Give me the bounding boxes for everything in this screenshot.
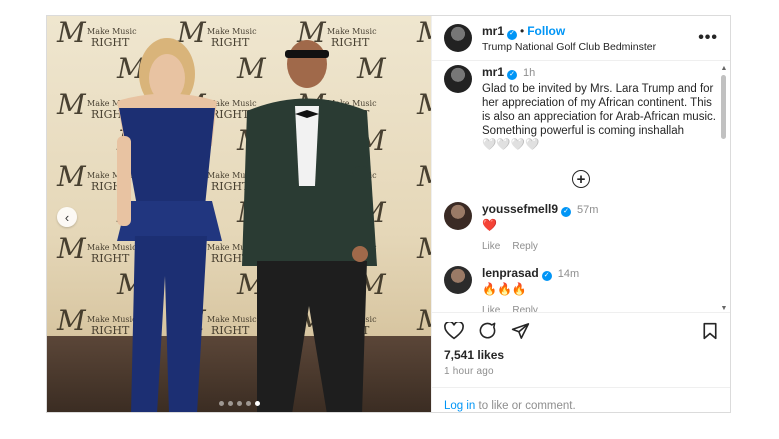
comment-body: youssefmell9 ✓ 57m ❤️ Like Reply: [482, 202, 598, 254]
verified-icon: ✓: [507, 70, 518, 80]
comments-list: youssefmell9 ✓ 57m ❤️ Like Reply lenprasad ✓ 14m…: [444, 202, 718, 312]
comment-like-button[interactable]: Like: [482, 305, 500, 312]
post-header: mr1 ✓ • Follow Trump National Golf Club Bed…: [432, 16, 730, 61]
comment-time: 57m: [577, 204, 599, 216]
comment-text: ❤️: [482, 218, 497, 232]
post-actions: 7,541 likes 1 hour ago: [432, 312, 730, 377]
carousel-dot[interactable]: [236, 401, 242, 406]
author-avatar[interactable]: [444, 24, 472, 52]
like-heart-icon[interactable]: [444, 321, 464, 340]
comment-body: lenprasad ✓ 14m 🔥🔥🔥 Like Reply: [482, 266, 579, 312]
comment-icon[interactable]: [478, 321, 497, 340]
carousel-dots: [47, 401, 431, 406]
carousel-dot[interactable]: [218, 401, 224, 406]
follow-button[interactable]: Follow: [527, 24, 565, 38]
login-prompt-text: to like or comment.: [475, 400, 576, 412]
scroll-down-arrow-icon[interactable]: ▼: [720, 305, 728, 312]
scrollbar-thumb[interactable]: [721, 75, 726, 139]
header-text: mr1 ✓ • Follow Trump National Golf Club Bed…: [482, 21, 698, 54]
post-caption: mr1 ✓ 1h Glad to be invited by Mrs. Lara T…: [444, 65, 718, 152]
caption-username[interactable]: mr1: [482, 65, 504, 79]
verified-icon: ✓: [541, 270, 552, 281]
comment-like-button[interactable]: Like: [482, 241, 500, 252]
login-link[interactable]: Log in: [444, 400, 475, 412]
commenter-avatar[interactable]: [444, 266, 472, 294]
post-time-ago: 1 hour ago: [444, 366, 494, 377]
caption-time: 1h: [523, 67, 536, 79]
carousel-dot[interactable]: [254, 401, 260, 406]
verified-icon: ✓: [507, 29, 518, 40]
comment-reply-button[interactable]: Reply: [512, 305, 538, 312]
post-media[interactable]: M Make Music RIGHT M: [47, 16, 431, 412]
more-options-icon[interactable]: •••: [698, 29, 718, 47]
save-bookmark-icon[interactable]: [702, 322, 718, 340]
caption-text: Glad to be invited by Mrs. Lara Trump an…: [482, 83, 716, 151]
login-prompt: Log in to like or comment.: [432, 387, 730, 412]
comment-actions: Like Reply: [482, 239, 598, 254]
commenter-username[interactable]: youssefmell9: [482, 202, 558, 216]
commenter-avatar[interactable]: [444, 202, 472, 230]
comment-item: youssefmell9 ✓ 57m ❤️ Like Reply: [444, 202, 718, 254]
commenter-username[interactable]: lenprasad: [482, 266, 539, 280]
carousel-prev-button[interactable]: ‹: [57, 207, 77, 227]
post-location[interactable]: Trump National Golf Club Bedminster: [482, 41, 698, 54]
comment-time: 14m: [557, 268, 580, 280]
comment-item: lenprasad ✓ 14m 🔥🔥🔥 Like Reply: [444, 266, 718, 312]
caption-avatar[interactable]: [444, 65, 472, 93]
post-details-panel: mr1 ✓ • Follow Trump National Golf Club Bed…: [431, 16, 730, 412]
comment-text: 🔥🔥🔥: [482, 282, 527, 296]
share-icon[interactable]: [511, 322, 530, 340]
instagram-post: M Make Music RIGHT M: [46, 15, 731, 413]
carousel-dot[interactable]: [227, 401, 233, 406]
load-more: +: [444, 170, 718, 188]
comment-reply-button[interactable]: Reply: [512, 241, 538, 252]
carousel-dot[interactable]: [245, 401, 251, 406]
caption-body: mr1 ✓ 1h Glad to be invited by Mrs. Lara T…: [482, 65, 718, 152]
likes-count[interactable]: 7,541 likes: [444, 348, 718, 362]
header-separator: •: [520, 24, 525, 39]
load-more-comments-icon[interactable]: +: [572, 170, 590, 188]
comment-actions: Like Reply: [482, 303, 579, 312]
scroll-up-arrow-icon[interactable]: ▲: [720, 65, 728, 72]
author-username[interactable]: mr1: [482, 24, 504, 38]
action-icons: [444, 321, 718, 340]
post-photo: M Make Music RIGHT M: [47, 16, 431, 412]
scrollbar[interactable]: ▲ ▼: [720, 65, 728, 312]
comments-scroll-area[interactable]: mr1 ✓ 1h Glad to be invited by Mrs. Lara T…: [432, 61, 730, 312]
verified-icon: ✓: [561, 206, 572, 217]
